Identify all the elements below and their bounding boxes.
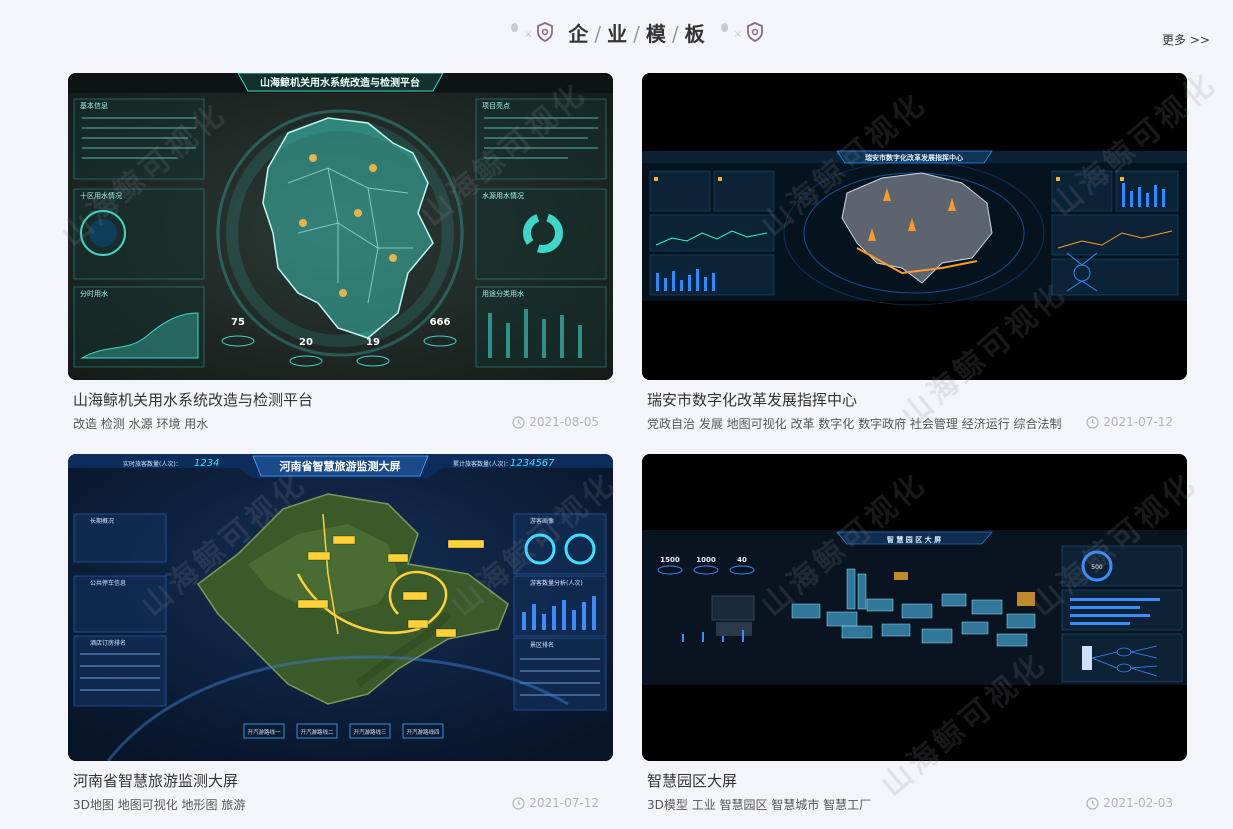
clock-icon (512, 415, 525, 429)
thumbnail-smart-park: 智 慧 园 区 大 屏 1500 1000 40 500 (642, 454, 1187, 761)
template-thumbnail[interactable]: 河南省智慧旅游监测大屏 实时旅客数量(人次)： 1234 累计旅客数量(人次)：… (68, 454, 613, 761)
title-decoration-right: × (720, 22, 764, 42)
svg-text:基本信息: 基本信息 (80, 101, 108, 110)
title-decoration-left: × (511, 22, 554, 42)
svg-text:分时用水: 分时用水 (80, 289, 108, 298)
card-date: 2021-07-12 (1086, 415, 1173, 429)
svg-text:1500: 1500 (660, 556, 680, 564)
section-header: × 企 / 业 / 模 / 板 × 更多 >> (0, 0, 1233, 64)
thumbnail-command-center: 瑞安市数字化改革发展指挥中心 (642, 73, 1187, 380)
template-card[interactable]: 河南省智慧旅游监测大屏 实时旅客数量(人次)： 1234 累计旅客数量(人次)：… (68, 454, 613, 824)
card-title[interactable]: 瑞安市数字化改革发展指挥中心 (647, 389, 857, 410)
svg-text:1234: 1234 (194, 458, 219, 469)
svg-text:实时旅客数量(人次)：: 实时旅客数量(人次)： (123, 460, 182, 468)
cross-icon: × (733, 29, 743, 40)
thumbnail-water-dashboard: 山海鲸机关用水系统改造与检测平台 基本信息 十区用水情况 分时用水 项目亮点 水… (68, 73, 613, 380)
svg-text:项目亮点: 项目亮点 (482, 101, 510, 110)
svg-text:十区用水情况: 十区用水情况 (80, 191, 122, 200)
card-tags: 3D地图 地图可视化 地形图 旅游 (73, 798, 246, 812)
more-link[interactable]: 更多 >> (1162, 31, 1210, 48)
svg-text:景区排名: 景区排名 (530, 641, 554, 649)
thumb-heading: 河南省智慧旅游监测大屏 (280, 459, 401, 473)
svg-text:1000: 1000 (696, 556, 716, 564)
date-text: 2021-07-12 (529, 796, 599, 810)
shield-icon (747, 22, 763, 42)
dot-icon (720, 23, 728, 32)
card-date: 2021-02-03 (1086, 796, 1173, 810)
template-card[interactable]: 瑞安市数字化改革发展指挥中心 瑞安市数字化改革发展指挥中心 党政自治 发展 地图… (642, 73, 1187, 443)
svg-text:19: 19 (366, 337, 380, 348)
svg-text:666: 666 (430, 317, 451, 328)
card-title[interactable]: 智慧园区大屏 (647, 770, 737, 791)
svg-text:1234567: 1234567 (510, 458, 555, 469)
svg-text:500: 500 (1091, 564, 1103, 571)
title-char: 模 (645, 21, 668, 46)
svg-text:开汽游路线一: 开汽游路线一 (247, 728, 281, 736)
clock-icon (1086, 415, 1099, 429)
template-thumbnail[interactable]: 智 慧 园 区 大 屏 1500 1000 40 500 (642, 454, 1187, 761)
svg-text:累计旅客数量(人次)：: 累计旅客数量(人次)： (453, 460, 512, 468)
title-char: 业 (607, 21, 630, 46)
card-title[interactable]: 山海鲸机关用水系统改造与检测平台 (73, 389, 313, 410)
svg-text:游客数量分析(人次): 游客数量分析(人次) (530, 579, 583, 587)
title-char: 企 (568, 21, 591, 46)
card-tags: 改造 检测 水源 环境 用水 (73, 417, 209, 431)
shield-icon (537, 22, 554, 42)
svg-text:酒店订房排名: 酒店订房排名 (90, 639, 126, 647)
card-date: 2021-07-12 (512, 796, 599, 810)
svg-text:游客画像: 游客画像 (530, 517, 554, 525)
thumb-heading: 智 慧 园 区 大 屏 (887, 535, 941, 544)
section-title: 企 / 业 / 模 / 板 (568, 21, 707, 46)
svg-text:75: 75 (231, 317, 245, 328)
svg-text:40: 40 (737, 556, 747, 564)
dot-icon (511, 23, 518, 32)
svg-text:开汽游路线二: 开汽游路线二 (300, 728, 334, 736)
thumb-heading: 山海鲸机关用水系统改造与检测平台 (260, 76, 420, 89)
date-text: 2021-07-12 (1103, 415, 1173, 429)
thumbnail-tourism-dashboard: 河南省智慧旅游监测大屏 实时旅客数量(人次)： 1234 累计旅客数量(人次)：… (68, 454, 613, 761)
card-date: 2021-08-05 (512, 415, 599, 429)
template-thumbnail[interactable]: 山海鲸机关用水系统改造与检测平台 基本信息 十区用水情况 分时用水 项目亮点 水… (68, 73, 613, 380)
svg-text:开汽游路线三: 开汽游路线三 (353, 728, 387, 736)
svg-text:用途分类用水: 用途分类用水 (482, 289, 524, 298)
card-tags: 党政自治 发展 地图可视化 改革 数字化 数字政府 社会管理 经济运行 综合法制 (647, 417, 1062, 431)
card-title[interactable]: 河南省智慧旅游监测大屏 (73, 770, 238, 791)
title-char: 板 (684, 21, 707, 46)
svg-text:公共停车信息: 公共停车信息 (90, 579, 126, 587)
svg-text:水源用水情况: 水源用水情况 (482, 191, 524, 200)
clock-icon (1086, 796, 1099, 810)
template-card[interactable]: 智 慧 园 区 大 屏 1500 1000 40 500 智慧园区大屏 3D模型… (642, 454, 1187, 824)
cross-icon: × (524, 29, 533, 40)
date-text: 2021-02-03 (1103, 796, 1173, 810)
svg-text:20: 20 (299, 337, 313, 348)
template-card[interactable]: 山海鲸机关用水系统改造与检测平台 基本信息 十区用水情况 分时用水 项目亮点 水… (68, 73, 613, 443)
template-thumbnail[interactable]: 瑞安市数字化改革发展指挥中心 (642, 73, 1187, 380)
card-tags: 3D模型 工业 智慧园区 智慧城市 智慧工厂 (647, 798, 872, 812)
clock-icon (512, 796, 525, 810)
svg-text:开汽游路线四: 开汽游路线四 (406, 728, 439, 736)
date-text: 2021-08-05 (529, 415, 599, 429)
svg-text:长期概况: 长期概况 (90, 517, 114, 525)
section-title-group: × 企 / 业 / 模 / 板 × (505, 16, 770, 48)
